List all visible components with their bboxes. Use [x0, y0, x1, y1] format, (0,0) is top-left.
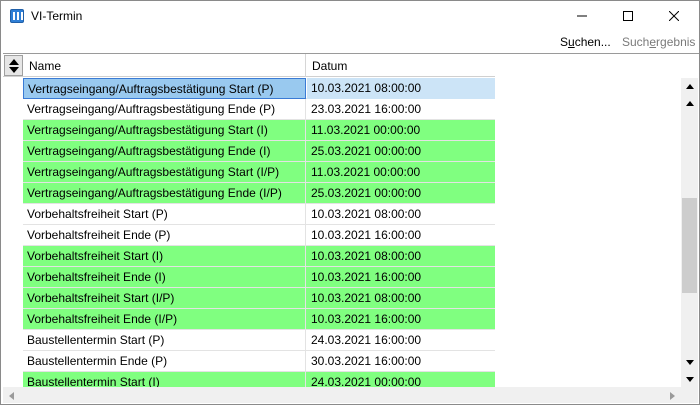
table-row[interactable]: Vorbehaltsfreiheit Ende (I/P) 10.03.2021 …	[23, 309, 495, 330]
cell-name[interactable]: Vorbehaltsfreiheit Start (I)	[23, 246, 306, 267]
cell-name[interactable]: Vorbehaltsfreiheit Ende (I/P)	[23, 309, 306, 330]
table-row[interactable]: Vorbehaltsfreiheit Start (P) 10.03.2021 0…	[23, 204, 495, 225]
menu-bar: Suchen... Suchergebnis	[1, 31, 699, 53]
table-row[interactable]: Vertragseingang/Auftragsbestätigung Ende…	[23, 99, 495, 120]
horizontal-scrollbar[interactable]	[3, 387, 681, 403]
cell-date[interactable]: 24.03.2021 16:00:00	[307, 330, 495, 351]
cell-date[interactable]: 10.03.2021 16:00:00	[307, 225, 495, 246]
cell-date[interactable]: 10.03.2021 08:00:00	[307, 78, 495, 99]
cell-name[interactable]: Vertragseingang/Auftragsbestätigung Star…	[23, 120, 306, 141]
scroll-up-icon	[685, 101, 694, 106]
table-row-selected[interactable]: Vertragseingang/Auftragsbestätigung Star…	[23, 78, 495, 99]
cell-date[interactable]: 25.03.2021 00:00:00	[307, 141, 495, 162]
scroll-right-icon	[670, 391, 675, 400]
column-divider[interactable]	[305, 54, 306, 77]
cell-name[interactable]: Baustellentermin Start (P)	[23, 330, 306, 351]
scroll-down-icon	[685, 377, 694, 382]
cell-name[interactable]: Vorbehaltsfreiheit Ende (P)	[23, 225, 306, 246]
scroll-left-button[interactable]	[3, 387, 20, 403]
maximize-button[interactable]	[605, 1, 651, 31]
column-header-name[interactable]: Name	[29, 59, 61, 73]
table-row[interactable]: Vertragseingang/Auftragsbestätigung Ende…	[23, 183, 495, 204]
table-row[interactable]: Baustellentermin Start (P) 24.03.2021 16:…	[23, 330, 495, 351]
cell-name[interactable]: Vertragseingang/Auftragsbestätigung Ende…	[23, 99, 306, 120]
vertical-scrollbar[interactable]	[681, 78, 698, 388]
scroll-page-up-button[interactable]	[681, 95, 698, 112]
scrollbar-corner	[681, 387, 698, 403]
scroll-page-down-button[interactable]	[681, 354, 698, 371]
scroll-up-button[interactable]	[681, 78, 698, 95]
column-header-date[interactable]: Datum	[312, 59, 347, 73]
table-row[interactable]: Vorbehaltsfreiheit Ende (P) 10.03.2021 16…	[23, 225, 495, 246]
cell-date[interactable]: 23.03.2021 16:00:00	[307, 99, 495, 120]
menu-search-result[interactable]: Suchergebnis	[622, 35, 695, 49]
minimize-button[interactable]	[559, 1, 605, 31]
cell-name[interactable]: Baustellentermin Ende (P)	[23, 351, 306, 372]
cell-name[interactable]: Vorbehaltsfreiheit Ende (I)	[23, 267, 306, 288]
grid-header: Name Datum	[3, 54, 495, 77]
data-grid: Name Datum Vertragseingang/Auftragsbestä…	[3, 53, 699, 403]
cell-date[interactable]: 10.03.2021 08:00:00	[307, 288, 495, 309]
cell-date[interactable]: 10.03.2021 08:00:00	[307, 246, 495, 267]
scroll-left-icon	[9, 391, 14, 400]
table-row[interactable]: Vorbehaltsfreiheit Ende (I) 10.03.2021 16…	[23, 267, 495, 288]
sort-button[interactable]	[4, 55, 23, 76]
cell-name[interactable]: Vorbehaltsfreiheit Start (I/P)	[23, 288, 306, 309]
cell-date[interactable]: 10.03.2021 08:00:00	[307, 204, 495, 225]
cell-name[interactable]: Vertragseingang/Auftragsbestätigung Star…	[23, 78, 306, 99]
cell-date[interactable]: 11.03.2021 00:00:00	[307, 120, 495, 141]
window-title: VI-Termin	[31, 9, 83, 23]
close-button[interactable]	[651, 1, 697, 31]
cell-name[interactable]: Vertragseingang/Auftragsbestätigung Ende…	[23, 183, 306, 204]
cell-date[interactable]: 11.03.2021 00:00:00	[307, 162, 495, 183]
cell-date[interactable]: 30.03.2021 16:00:00	[307, 351, 495, 372]
cell-name[interactable]: Vertragseingang/Auftragsbestätigung Star…	[23, 162, 306, 183]
table-row[interactable]: Baustellentermin Ende (P) 30.03.2021 16:0…	[23, 351, 495, 372]
cell-name[interactable]: Vorbehaltsfreiheit Start (P)	[23, 204, 306, 225]
scroll-right-button[interactable]	[664, 387, 681, 403]
scroll-thumb[interactable]	[682, 198, 697, 293]
scroll-down-icon	[685, 360, 694, 365]
scroll-down-button[interactable]	[681, 371, 698, 388]
app-icon	[10, 9, 24, 23]
cell-date[interactable]: 10.03.2021 16:00:00	[307, 267, 495, 288]
scroll-up-icon	[685, 84, 694, 89]
cell-date[interactable]: 25.03.2021 00:00:00	[307, 183, 495, 204]
window: VI-Termin Suchen... Suchergebnis Name Da…	[0, 0, 700, 405]
sort-icon	[8, 58, 19, 73]
table-row[interactable]: Vertragseingang/Auftragsbestätigung Star…	[23, 162, 495, 183]
cell-name[interactable]: Vertragseingang/Auftragsbestätigung Ende…	[23, 141, 306, 162]
menu-search[interactable]: Suchen...	[560, 35, 611, 49]
table-row[interactable]: Vorbehaltsfreiheit Start (I/P) 10.03.2021…	[23, 288, 495, 309]
table-row[interactable]: Vertragseingang/Auftragsbestätigung Star…	[23, 120, 495, 141]
table-row[interactable]: Vertragseingang/Auftragsbestätigung Ende…	[23, 141, 495, 162]
close-icon	[669, 11, 679, 21]
minimize-icon	[577, 15, 587, 17]
cell-date[interactable]: 10.03.2021 16:00:00	[307, 309, 495, 330]
title-bar[interactable]: VI-Termin	[1, 1, 699, 31]
maximize-icon	[623, 11, 633, 21]
table-row[interactable]: Vorbehaltsfreiheit Start (I) 10.03.2021 0…	[23, 246, 495, 267]
